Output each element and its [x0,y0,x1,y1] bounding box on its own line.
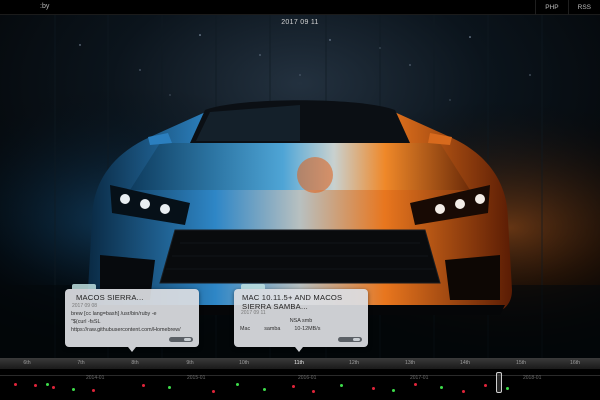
card-tab [241,284,265,289]
timeline-day[interactable]: 14th [439,358,491,369]
nav-link-rss[interactable]: RSS [567,0,600,15]
card-excerpt: brew [cc lang=bash] /usr/bin/ruby -e "$(… [71,311,193,334]
year-label: 2014-01 [86,375,105,381]
post-marker[interactable] [312,390,315,393]
card-excerpt-cell: samba [264,325,281,332]
card-title-line: MAC 10.11.5+ AND MACOS [242,293,343,302]
year-label: 2017-01 [410,375,429,381]
year-navigator[interactable]: 2014-01 2015-01 2016-01 2017-01 2018-01 [0,369,600,400]
post-marker[interactable] [236,383,239,386]
timeline-day[interactable]: 13th [384,358,436,369]
post-marker[interactable] [372,387,375,390]
post-marker[interactable] [440,386,443,389]
post-marker[interactable] [292,385,295,388]
top-bar: :by PHP RSS [0,0,600,15]
timeline-day[interactable]: 7th [55,358,107,369]
post-marker[interactable] [340,384,343,387]
card-excerpt-line: NSA smb [289,318,313,324]
timeline-day-active[interactable]: 11th [273,358,325,369]
card-excerpt-cell: Mac [240,325,251,332]
post-marker[interactable] [92,389,95,392]
timeline-day[interactable]: 16th [549,358,600,369]
year-label: 2016-01 [298,375,317,381]
card-pointer [295,347,303,352]
timeline-day[interactable]: 15th [495,358,547,369]
post-marker[interactable] [46,383,49,386]
nav-link-php[interactable]: PHP [535,0,567,15]
timeline-day[interactable]: 9th [164,358,216,369]
post-marker[interactable] [72,388,75,391]
card-excerpt-row: Mac samba 10-12MB/s [240,326,362,334]
year-label: 2018-01 [523,375,542,381]
app-window: :by PHP RSS 2017 09 11 MACOS SIERRA... 2… [0,0,600,400]
post-marker[interactable] [168,386,171,389]
card-tab [72,284,96,289]
card-expand-toggle[interactable] [338,337,362,342]
post-marker[interactable] [263,388,266,391]
card-excerpt-cell: 10-12MB/s [294,325,321,332]
timeline-day[interactable]: 12th [328,358,380,369]
day-timeline: 6th 7th 8th 9th 10th 11th 12th 13th 14th… [0,358,600,369]
post-marker[interactable] [212,390,215,393]
card-expand-toggle[interactable] [169,337,193,342]
post-marker[interactable] [414,383,417,386]
top-nav: PHP RSS [535,0,600,15]
post-marker[interactable] [52,386,55,389]
card-pointer [128,347,136,352]
post-marker[interactable] [142,384,145,387]
page-date-title: 2017 09 11 [281,19,319,26]
site-brand[interactable]: :by [40,3,49,10]
card-date: 2017 09 08 [72,303,98,309]
card-excerpt-line: "$(curl -fsSL [71,318,101,325]
year-label: 2015-01 [187,375,206,381]
timeline-day[interactable]: 6th [1,358,53,369]
post-card-mac-samba[interactable]: MAC 10.11.5+ AND MACOS SIERRA SAMBA... 2… [234,284,368,352]
post-marker[interactable] [462,390,465,393]
post-marker[interactable] [34,384,37,387]
timeline-day[interactable]: 8th [109,358,161,369]
post-card-macos-sierra[interactable]: MACOS SIERRA... 2017 09 08 brew [cc lang… [65,284,199,352]
post-marker[interactable] [392,389,395,392]
post-marker[interactable] [484,384,487,387]
card-title[interactable]: MAC 10.11.5+ AND MACOS SIERRA SAMBA... [242,293,342,311]
card-excerpt-line: https://raw.githubusercontent.com/Homebr… [71,326,181,333]
timeline-day[interactable]: 10th [218,358,270,369]
post-marker[interactable] [14,383,17,386]
year-range-handle[interactable] [496,372,502,393]
post-marker[interactable] [506,387,509,390]
card-excerpt-line: brew [cc lang=bash] /usr/bin/ruby -e [71,311,157,317]
card-excerpt: NSA smb Mac samba 10-12MB/s [240,318,362,334]
card-date: 2017 09 11 [241,310,266,316]
card-title[interactable]: MACOS SIERRA... [76,293,144,302]
